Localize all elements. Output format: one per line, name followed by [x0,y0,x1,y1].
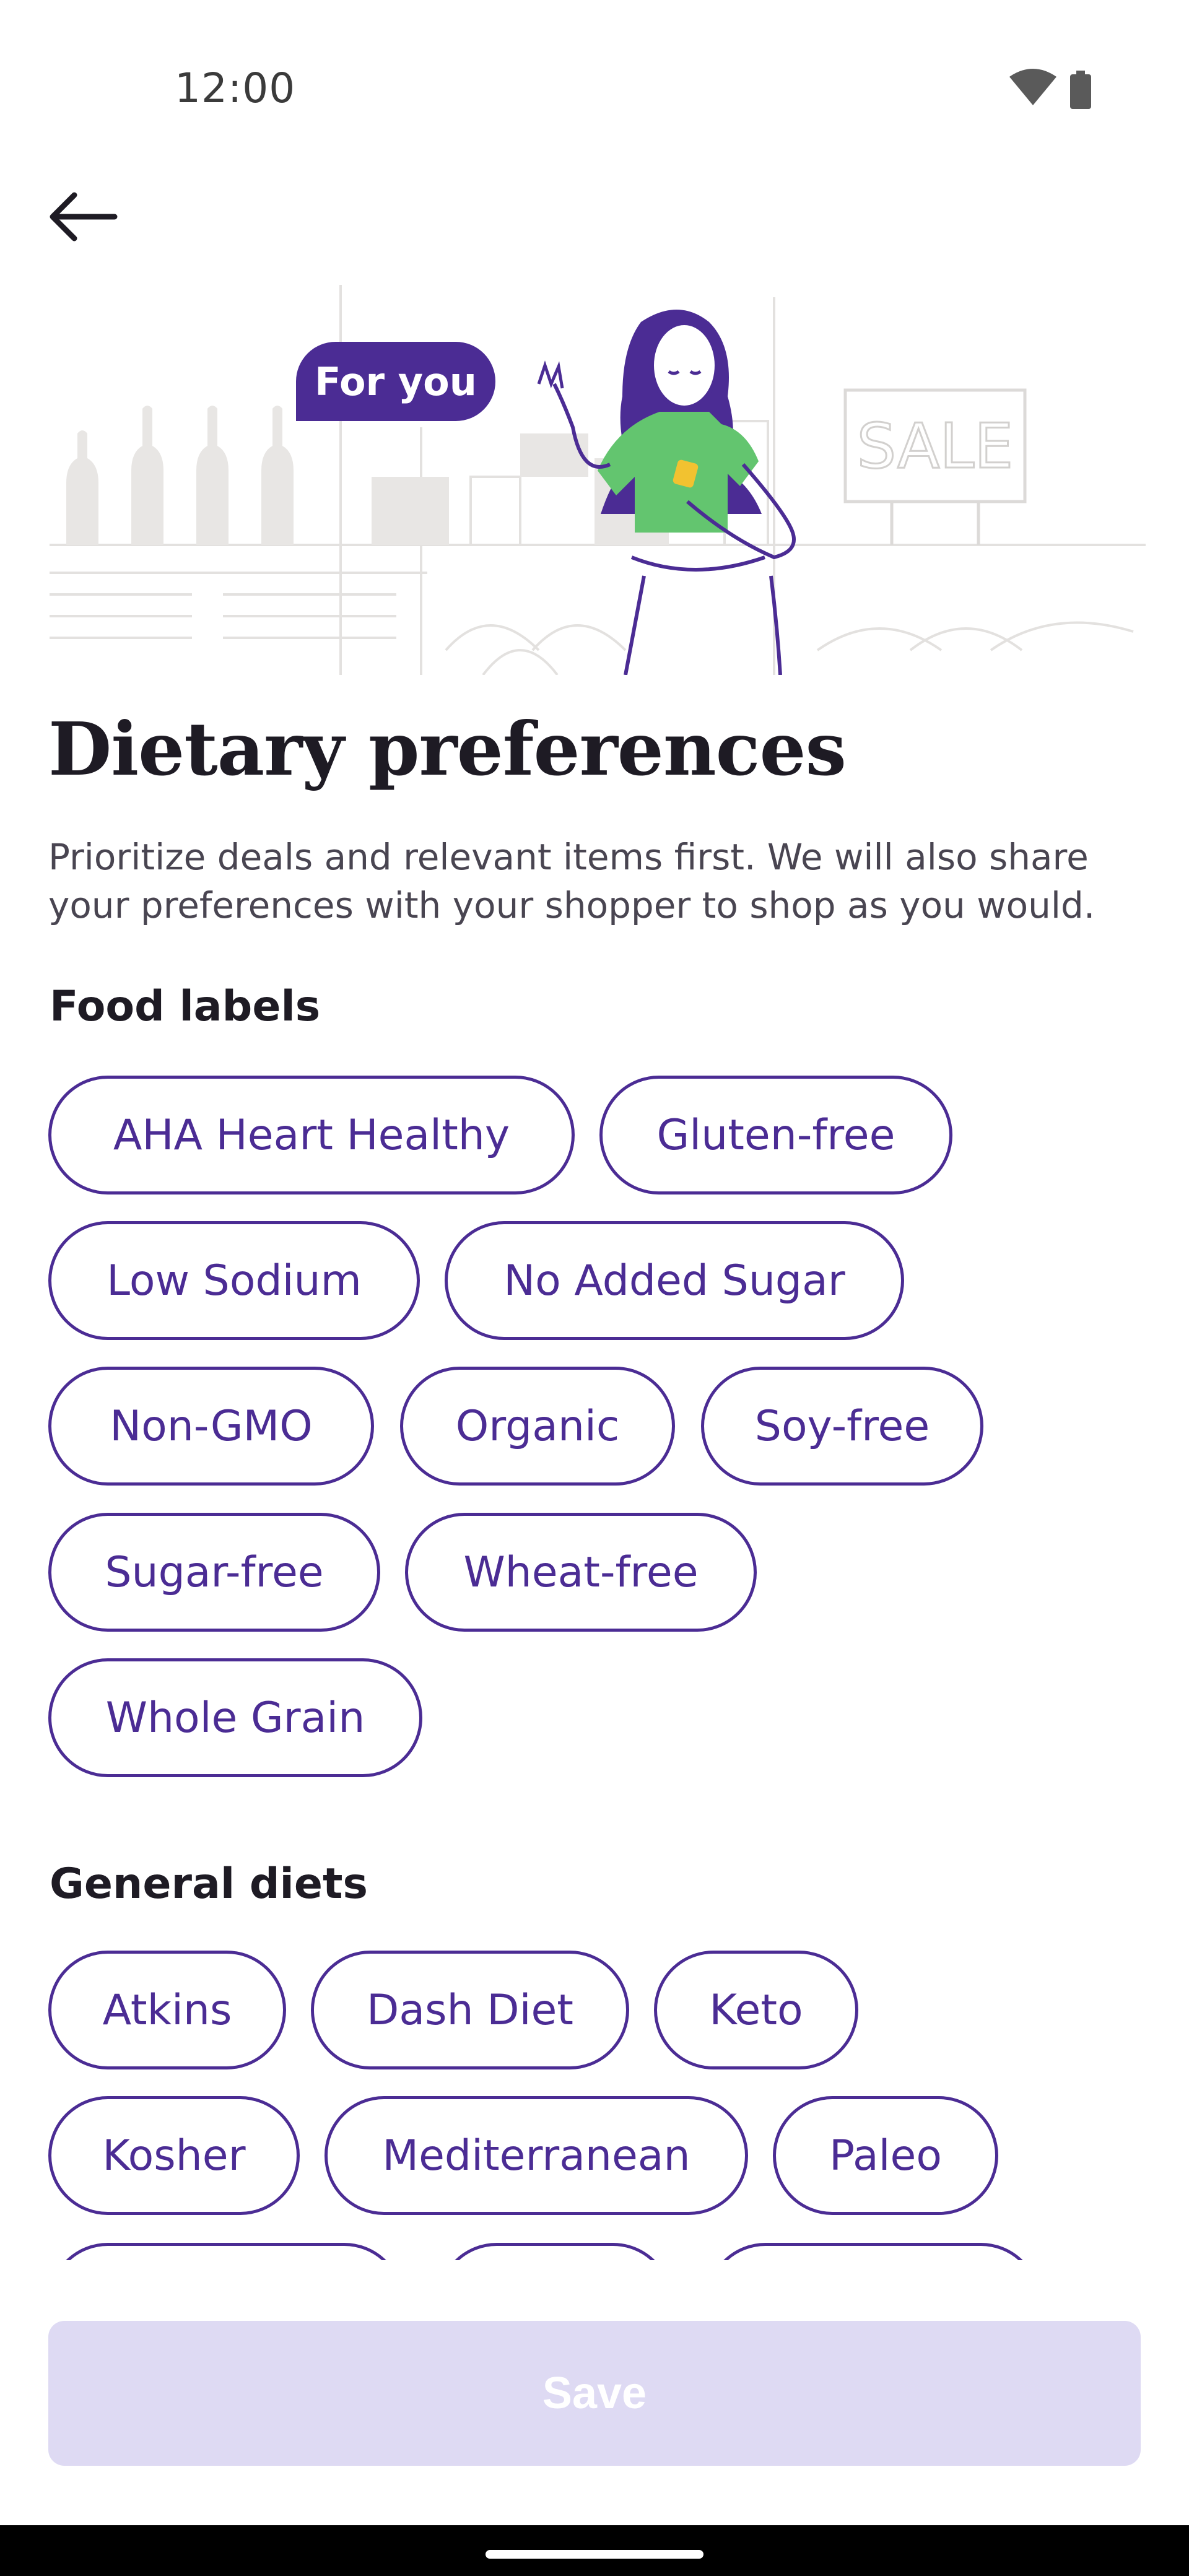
chip-wheat-free[interactable]: Wheat-free [405,1513,757,1632]
status-icons [1009,69,1091,109]
general-diets-heading: General diets [50,1860,368,1908]
arrow-left-icon [50,192,118,242]
chip-no-added-sugar[interactable]: No Added Sugar [445,1221,904,1340]
chip-partial[interactable] [48,2243,404,2260]
chip-partial[interactable] [706,2243,1040,2260]
status-time: 12:00 [175,64,296,112]
for-you-badge: For you [296,342,495,421]
save-button[interactable]: Save [48,2321,1141,2466]
chip-aha-heart-healthy[interactable]: AHA Heart Healthy [48,1076,575,1194]
chip-mediterranean[interactable]: Mediterranean [324,2096,748,2215]
status-bar: 12:00 [0,0,1189,124]
chip-whole-grain[interactable]: Whole Grain [48,1658,422,1777]
svg-text:SALE: SALE [857,410,1014,482]
chip-partial[interactable] [437,2243,673,2260]
home-gesture-handle[interactable] [486,2550,703,2559]
page-description: Prioritize deals and relevant items firs… [48,836,1095,926]
chip-paleo[interactable]: Paleo [773,2096,998,2215]
chip-soy-free[interactable]: Soy-free [701,1367,983,1486]
chip-kosher[interactable]: Kosher [48,2096,300,2215]
hero-illustration: SALE [0,279,1189,675]
chip-dash-diet[interactable]: Dash Diet [311,1951,629,2069]
chip-sugar-free[interactable]: Sugar-free [48,1513,380,1632]
chip-non-gmo[interactable]: Non-GMO [48,1367,374,1486]
chip-organic[interactable]: Organic [400,1367,675,1486]
chip-gluten-free[interactable]: Gluten-free [599,1076,952,1194]
chip-low-sodium[interactable]: Low Sodium [48,1221,420,1340]
scrolled-chip-row [0,2229,1189,2260]
shopper-woman-figure [537,310,796,675]
sale-sign: SALE [843,388,1027,545]
wifi-icon [1009,69,1056,105]
page-title: Dietary preferences [48,706,847,792]
battery-icon [1070,71,1091,109]
chip-keto[interactable]: Keto [654,1951,858,2069]
chip-atkins[interactable]: Atkins [48,1951,286,2069]
food-labels-heading: Food labels [50,982,321,1031]
back-button[interactable] [37,180,130,254]
